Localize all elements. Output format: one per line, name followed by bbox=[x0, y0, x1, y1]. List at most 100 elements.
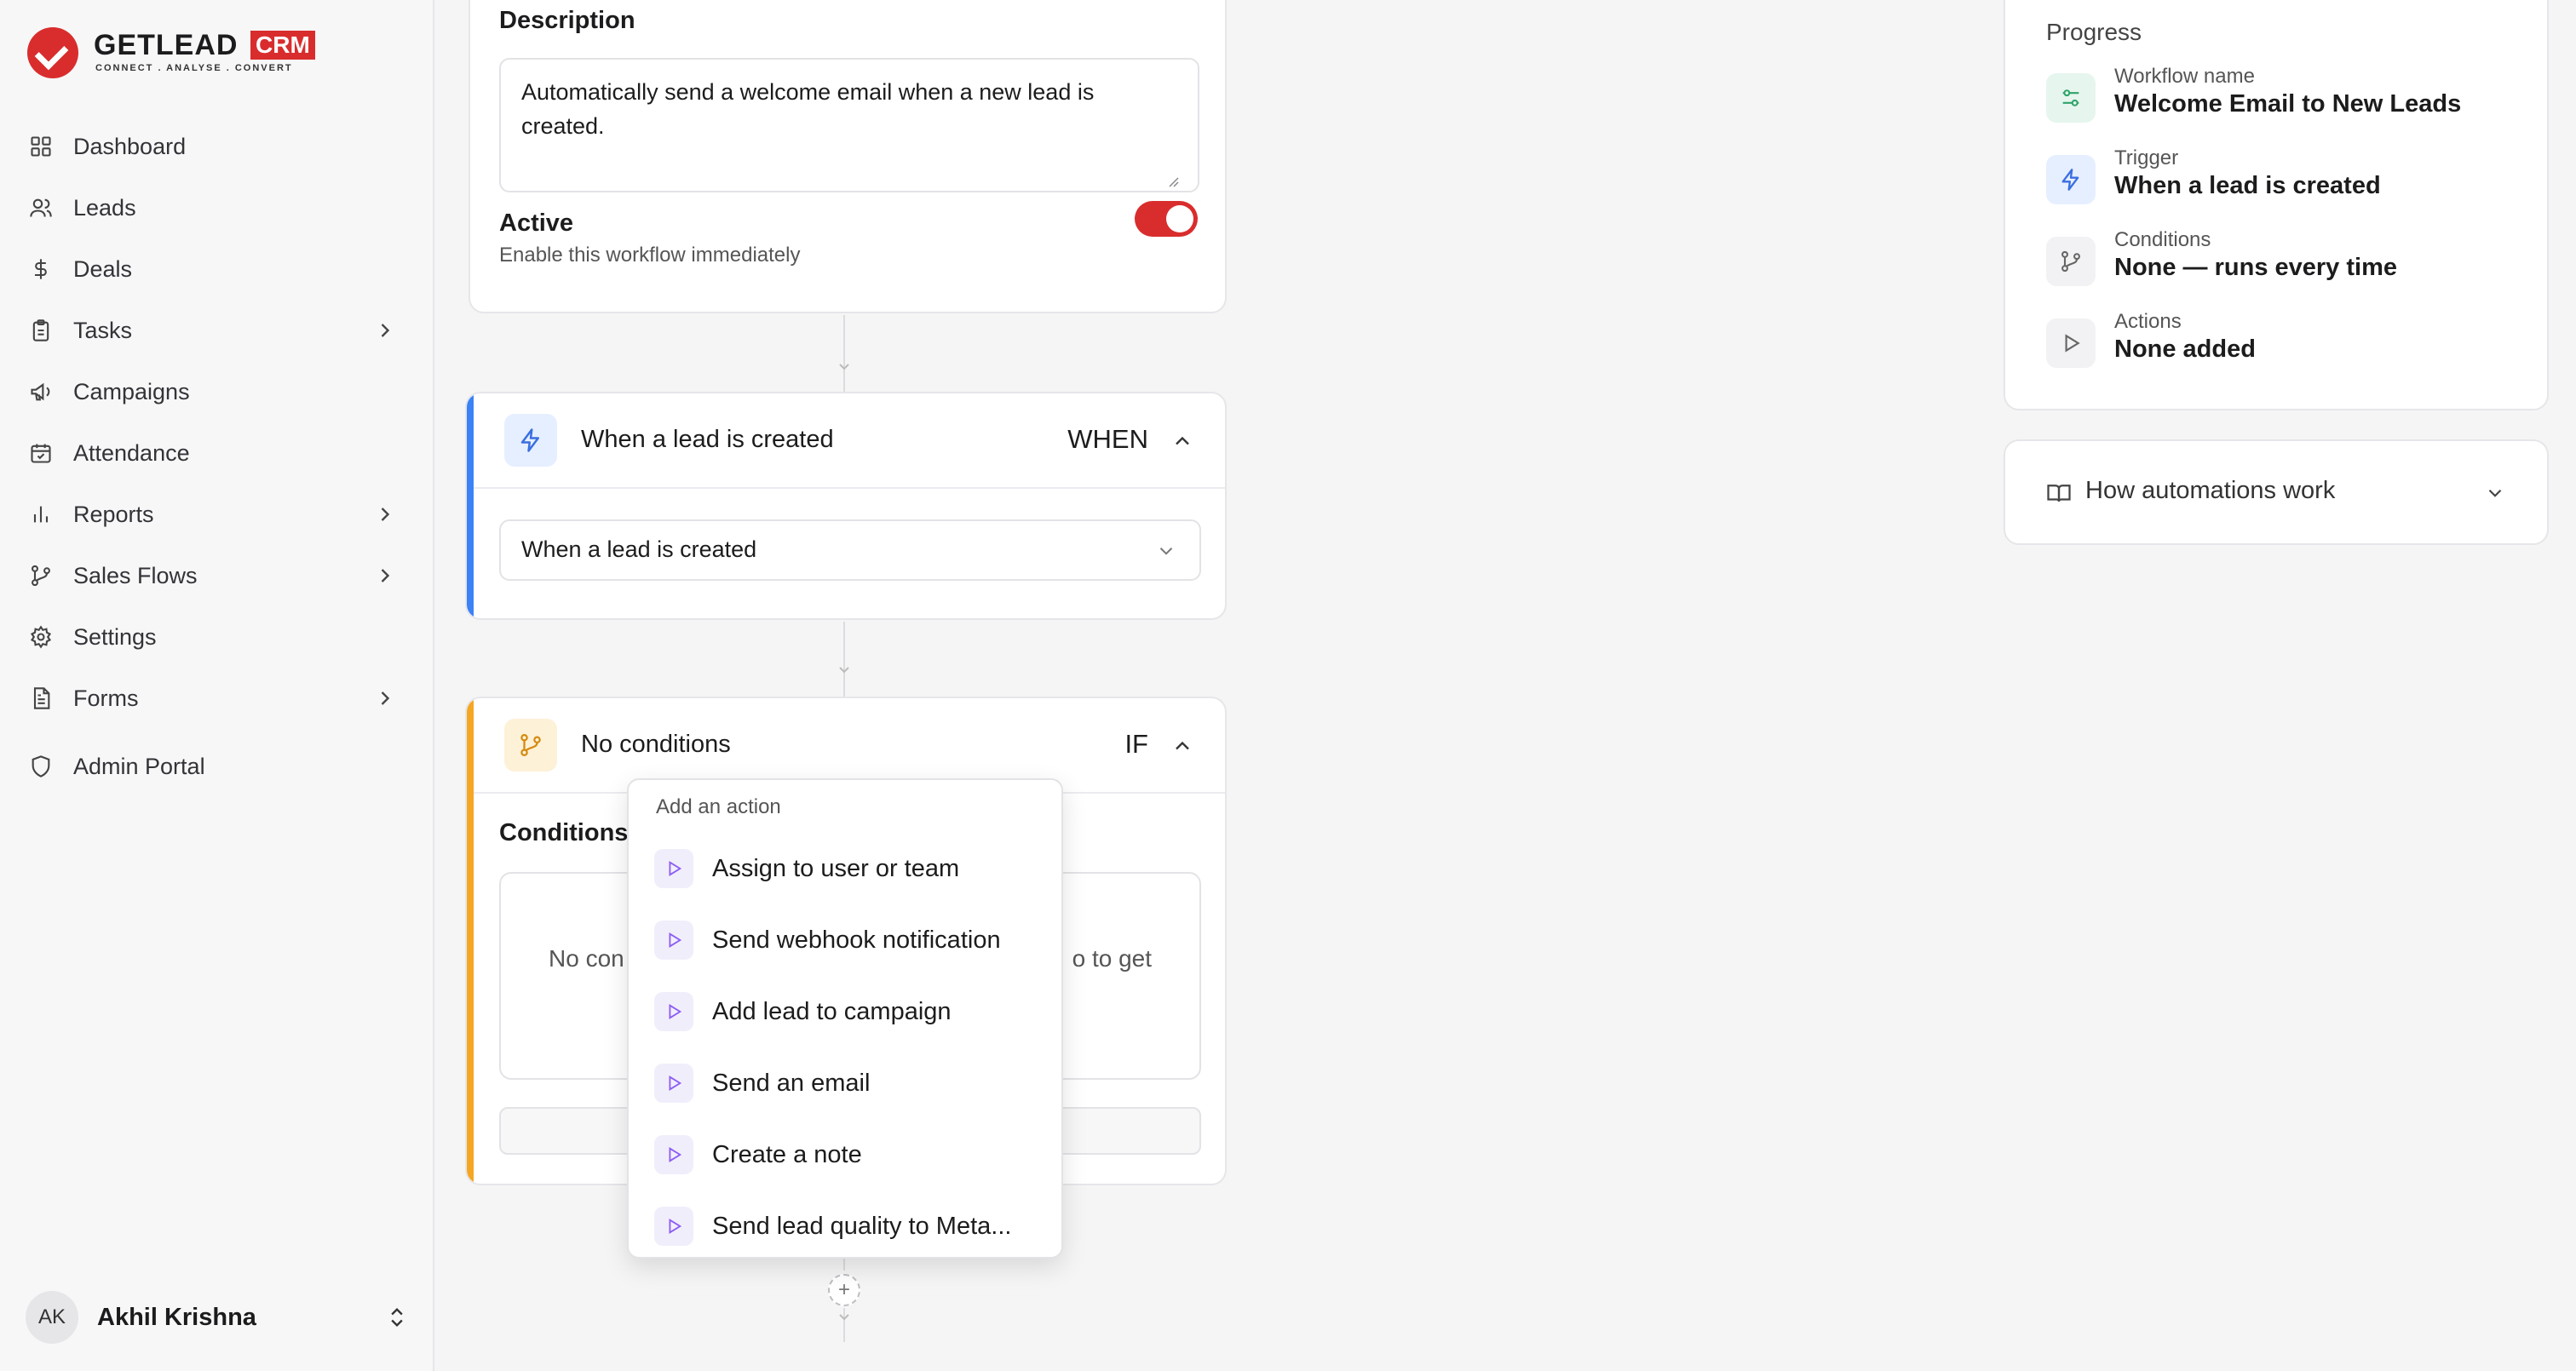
progress-key: Actions bbox=[2114, 310, 2182, 333]
book-open-icon bbox=[2046, 480, 2072, 506]
play-icon bbox=[654, 849, 693, 888]
play-icon bbox=[654, 1064, 693, 1103]
sidebar-item-deals[interactable]: Deals bbox=[20, 238, 414, 300]
progress-value: None — runs every time bbox=[2114, 254, 2397, 281]
sidebar-item-label: Dashboard bbox=[73, 133, 187, 159]
sidebar-item-sales-flows[interactable]: Sales Flows bbox=[20, 545, 414, 606]
condition-step-kind: IF bbox=[1124, 729, 1148, 759]
description-textarea[interactable]: Automatically send a welcome email when … bbox=[499, 58, 1199, 192]
active-toggle[interactable] bbox=[1135, 201, 1198, 237]
chevron-up-icon[interactable] bbox=[1170, 429, 1194, 453]
trigger-step-kind: WHEN bbox=[1067, 424, 1148, 454]
menu-item-label: Send lead quality to Meta... bbox=[712, 1212, 1012, 1240]
bolt-icon bbox=[2046, 155, 2096, 204]
menu-item-send-lead-quality[interactable]: Send lead quality to Meta... bbox=[654, 1201, 1046, 1252]
dollar-icon bbox=[27, 255, 55, 283]
chevrons-up-down-icon bbox=[385, 1305, 409, 1330]
menu-item-label: Create a note bbox=[712, 1140, 862, 1168]
sidebar-item-reports[interactable]: Reports bbox=[20, 484, 414, 545]
add-action-menu-title: Add an action bbox=[656, 795, 781, 818]
resize-handle-icon[interactable] bbox=[1165, 174, 1179, 187]
menu-item-add-to-campaign[interactable]: Add lead to campaign bbox=[654, 986, 1046, 1037]
plus-icon: + bbox=[837, 1278, 850, 1301]
menu-item-assign-user[interactable]: Assign to user or team bbox=[654, 843, 1046, 894]
chevron-right-icon bbox=[373, 686, 397, 710]
active-label: Active bbox=[499, 209, 574, 237]
progress-card: Progress Workflow name Welcome Email to … bbox=[2004, 0, 2549, 410]
sidebar-item-settings[interactable]: Settings bbox=[20, 606, 414, 668]
chevron-down-icon bbox=[2484, 482, 2506, 504]
progress-row-trigger: Trigger When a lead is created bbox=[2046, 146, 2523, 215]
sidebar-item-label: Leads bbox=[73, 194, 136, 221]
sidebar-item-campaigns[interactable]: Campaigns bbox=[20, 361, 414, 422]
sidebar-item-dashboard[interactable]: Dashboard bbox=[20, 116, 414, 177]
user-menu[interactable]: AK Akhil Krishna bbox=[26, 1289, 409, 1345]
play-icon bbox=[654, 1135, 693, 1174]
user-name: Akhil Krishna bbox=[97, 1303, 256, 1331]
menu-item-send-email[interactable]: Send an email bbox=[654, 1058, 1046, 1109]
progress-value: Welcome Email to New Leads bbox=[2114, 90, 2462, 118]
play-icon bbox=[654, 992, 693, 1031]
conditions-section-label: Conditions bbox=[499, 819, 629, 846]
menu-item-label: Send an email bbox=[712, 1069, 871, 1097]
menu-item-create-note[interactable]: Create a note bbox=[654, 1129, 1046, 1180]
chevron-down-icon bbox=[837, 1311, 852, 1323]
how-automations-work-accordion[interactable]: How automations work bbox=[2004, 439, 2549, 545]
sidebar: GETLEAD CRM CONNECT . ANALYSE . CONVERT … bbox=[0, 0, 434, 1371]
chevron-up-icon[interactable] bbox=[1170, 734, 1194, 758]
sidebar-item-tasks[interactable]: Tasks bbox=[20, 300, 414, 361]
chevron-right-icon bbox=[373, 502, 397, 526]
sidebar-item-attendance[interactable]: Attendance bbox=[20, 422, 414, 484]
clipboard-icon bbox=[27, 317, 55, 344]
sidebar-item-label: Attendance bbox=[73, 439, 190, 466]
trigger-step-header[interactable]: When a lead is created WHEN bbox=[474, 393, 1225, 489]
condition-step-title: No conditions bbox=[581, 731, 731, 758]
users-icon bbox=[27, 194, 55, 221]
menu-item-send-webhook[interactable]: Send webhook notification bbox=[654, 915, 1046, 966]
add-step-button[interactable]: + bbox=[828, 1274, 860, 1306]
description-label: Description bbox=[499, 7, 635, 34]
file-text-icon bbox=[27, 685, 55, 712]
branch-icon bbox=[2046, 237, 2096, 286]
active-sublabel: Enable this workflow immediately bbox=[499, 244, 801, 267]
progress-title: Progress bbox=[2046, 19, 2142, 45]
trigger-step-card: When a lead is created WHEN When a lead … bbox=[465, 392, 1227, 620]
trigger-accent bbox=[467, 393, 474, 618]
trigger-select-value: When a lead is created bbox=[521, 536, 757, 562]
chevron-down-icon bbox=[837, 664, 852, 676]
sidebar-item-admin-portal[interactable]: Admin Portal bbox=[20, 736, 414, 797]
sidebar-item-label: Campaigns bbox=[73, 378, 190, 404]
logo-check-icon bbox=[27, 27, 78, 78]
condition-accent bbox=[467, 698, 474, 1184]
empty-state-text: o to get bbox=[1072, 945, 1152, 972]
brand-tagline: CONNECT . ANALYSE . CONVERT bbox=[95, 63, 293, 73]
flow-connector bbox=[843, 315, 845, 392]
menu-item-label: Add lead to campaign bbox=[712, 997, 952, 1025]
sidebar-item-forms[interactable]: Forms bbox=[20, 668, 414, 729]
progress-key: Trigger bbox=[2114, 146, 2179, 169]
menu-item-label: Send webhook notification bbox=[712, 926, 1001, 954]
sidebar-nav: Dashboard Leads Deals Tasks Campaigns At… bbox=[20, 116, 414, 797]
git-branch-icon bbox=[27, 562, 55, 589]
bolt-icon bbox=[504, 414, 557, 467]
add-action-menu: Add an action Assign to user or team Sen… bbox=[627, 778, 1063, 1259]
play-icon bbox=[2046, 318, 2096, 368]
chevron-right-icon bbox=[373, 318, 397, 342]
sidebar-item-leads[interactable]: Leads bbox=[20, 177, 414, 238]
avatar: AK bbox=[26, 1291, 78, 1344]
chevron-down-icon bbox=[1155, 540, 1177, 562]
megaphone-icon bbox=[27, 378, 55, 405]
brand-badge: CRM bbox=[250, 31, 315, 60]
shield-icon bbox=[27, 753, 55, 780]
play-icon bbox=[654, 1207, 693, 1246]
sidebar-item-label: Admin Portal bbox=[73, 753, 205, 779]
menu-item-label: Assign to user or team bbox=[712, 854, 960, 882]
brand-name: GETLEAD bbox=[94, 29, 239, 61]
sidebar-item-label: Settings bbox=[73, 623, 157, 650]
trigger-select[interactable]: When a lead is created bbox=[499, 519, 1201, 581]
calendar-check-icon bbox=[27, 439, 55, 467]
sidebar-item-label: Tasks bbox=[73, 317, 133, 343]
progress-key: Workflow name bbox=[2114, 65, 2255, 88]
flow-connector bbox=[843, 622, 845, 698]
brand-logo[interactable]: GETLEAD CRM CONNECT . ANALYSE . CONVERT bbox=[27, 26, 317, 80]
